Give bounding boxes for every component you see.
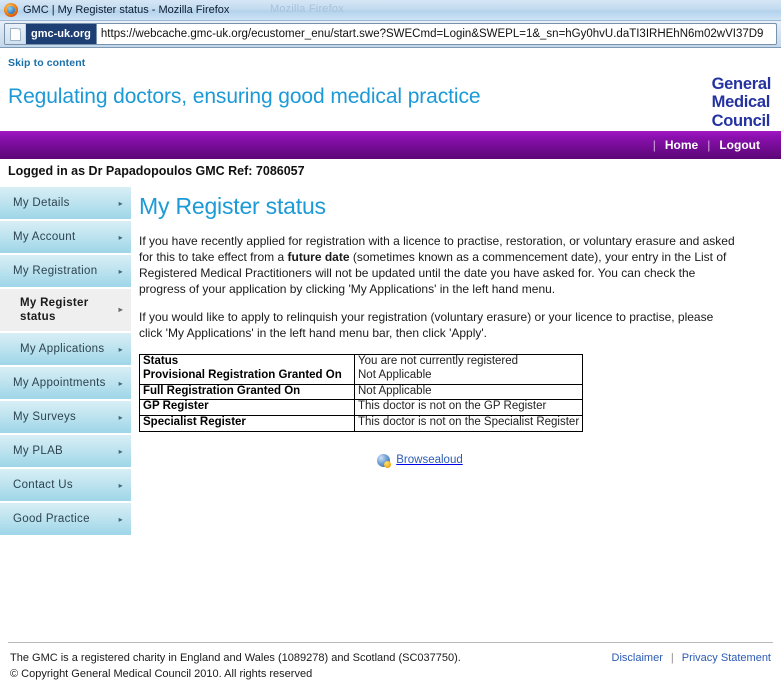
register-status-table: Status You are not currently registered Pr… xyxy=(139,353,584,432)
page-title: My Register status xyxy=(139,193,326,219)
site-header: Regulating doctors, ensuring good medica… xyxy=(0,69,781,131)
sidebar-item-my-appointments[interactable]: My Appointments ▸ xyxy=(0,367,131,401)
sidebar-item-my-register-status[interactable]: My Register status ▸ xyxy=(0,289,131,333)
sidebar-menu: My Details ▸ My Account ▸ My Registration ▸ My… xyxy=(0,183,131,537)
table-cell-key: Provisional Registration Granted On xyxy=(139,369,355,385)
nav-link-logout[interactable]: Logout xyxy=(710,138,769,152)
sidebar-item-my-surveys[interactable]: My Surveys ▸ xyxy=(0,401,131,435)
footer-line-2: © Copyright General Medical Council 2010… xyxy=(10,668,313,681)
chevron-right-icon: ▸ xyxy=(118,480,123,490)
sidebar-item-label: My Account xyxy=(13,231,76,243)
gmc-logo[interactable]: General Medical Council xyxy=(711,69,772,130)
table-cell-value: You are not currently registered xyxy=(358,354,519,367)
logged-in-banner: Logged in as Dr Papadopoulos GMC Ref: 70… xyxy=(0,159,781,183)
paragraph-1-emphasis: future date xyxy=(287,249,350,264)
chevron-right-icon: ▸ xyxy=(118,232,123,242)
sidebar-item-my-details[interactable]: My Details ▸ xyxy=(0,187,131,221)
footer-line-1: The GMC is a registered charity in Engla… xyxy=(10,652,461,665)
table-cell-key: Specialist Register xyxy=(139,414,355,432)
sidebar-item-label: Good Practice xyxy=(13,513,90,525)
chevron-right-icon: ▸ xyxy=(118,266,123,276)
table-cell-value: This doctor is not on the GP Register xyxy=(354,399,583,416)
table-cell-value: Not Applicable xyxy=(358,369,432,382)
window-title: GMC | My Register status - Mozilla Firef… xyxy=(23,4,230,16)
nav-link-home[interactable]: Home xyxy=(656,138,707,152)
body-area: My Details ▸ My Account ▸ My Registration ▸ My… xyxy=(0,183,781,642)
table-cell-value: This doctor is not on the Specialist Reg… xyxy=(354,414,583,432)
logo-line-1: General xyxy=(711,75,772,93)
chevron-right-icon: ▸ xyxy=(118,305,123,314)
window-title-ghost: Mozilla Firefox xyxy=(270,3,344,15)
site-identity-badge[interactable]: gmc-uk.org xyxy=(26,24,97,44)
sidebar-item-label: My Details xyxy=(13,197,70,209)
intro-paragraph-1: If you have recently applied for registr… xyxy=(139,234,739,298)
sidebar-item-good-practice[interactable]: Good Practice ▸ xyxy=(0,503,131,537)
top-navigation-bar: | Home | Logout xyxy=(0,131,781,159)
page-content: Skip to content Regulating doctors, ensu… xyxy=(0,48,781,683)
table-row: Status You are not currently registered xyxy=(139,354,583,370)
table-cell-key: GP Register xyxy=(139,399,355,416)
sidebar-item-contact-us[interactable]: Contact Us ▸ xyxy=(0,469,131,503)
browsealoud-section: Browsealoud xyxy=(79,432,761,472)
site-footer: The GMC is a registered charity in Engla… xyxy=(0,643,781,683)
footer-legal-text: The GMC is a registered charity in Engla… xyxy=(10,651,461,683)
page-favicon xyxy=(5,24,26,44)
table-cell-key: Status xyxy=(139,354,355,370)
browsealoud-icon xyxy=(377,453,392,468)
browser-navigation-bar: gmc-uk.org https://webcache.gmc-uk.org/e… xyxy=(0,21,781,48)
table-row: Provisional Registration Granted On Not A… xyxy=(139,369,583,385)
skip-to-content-link[interactable]: Skip to content xyxy=(0,48,781,69)
sidebar-item-label: My Surveys xyxy=(13,411,77,423)
sidebar-item-my-registration[interactable]: My Registration ▸ xyxy=(0,255,131,289)
sidebar-item-my-applications[interactable]: My Applications ▸ xyxy=(0,333,131,367)
browser-titlebar: GMC | My Register status - Mozilla Firef… xyxy=(0,0,781,21)
intro-paragraph-2: If you would like to apply to relinquish… xyxy=(139,309,714,340)
sidebar-item-my-account[interactable]: My Account ▸ xyxy=(0,221,131,255)
footer-separator: | xyxy=(670,652,674,665)
sidebar-item-label: Contact Us xyxy=(13,479,73,491)
chevron-right-icon: ▸ xyxy=(118,514,123,524)
main-content: My Register status If you have recently … xyxy=(131,183,781,472)
logo-line-3: Council xyxy=(711,111,771,130)
sidebar-item-label: My Registration xyxy=(13,265,98,277)
table-cell-key: Full Registration Granted On xyxy=(139,383,355,400)
browsealoud-label: Browsealoud xyxy=(396,454,463,467)
table-row: Full Registration Granted On Not Applicab… xyxy=(139,383,583,400)
table-cell-value: Not Applicable xyxy=(354,383,583,400)
sidebar-item-label: My Appointments xyxy=(13,377,106,389)
logo-line-2: Medical xyxy=(711,93,771,112)
chevron-right-icon: ▸ xyxy=(118,378,123,388)
table-row: Specialist Register This doctor is not on… xyxy=(139,414,583,432)
browser-window: GMC | My Register status - Mozilla Firef… xyxy=(0,0,781,683)
chevron-right-icon: ▸ xyxy=(118,344,123,354)
browsealoud-link[interactable]: Browsealoud xyxy=(377,453,463,468)
sidebar-item-label: My Register status xyxy=(20,296,89,323)
sidebar-item-label: My Applications xyxy=(20,343,105,355)
chevron-right-icon: ▸ xyxy=(118,198,123,208)
chevron-right-icon: ▸ xyxy=(118,412,123,422)
footer-links: Disclaimer | Privacy Statement xyxy=(612,651,771,664)
footer-link-disclaimer[interactable]: Disclaimer xyxy=(612,652,663,664)
url-text[interactable]: https://webcache.gmc-uk.org/ecustomer_en… xyxy=(97,24,776,44)
address-bar[interactable]: gmc-uk.org https://webcache.gmc-uk.org/e… xyxy=(4,23,777,45)
site-tagline: Regulating doctors, ensuring good medica… xyxy=(8,85,481,108)
sidebar-item-label: My PLAB xyxy=(13,445,64,457)
firefox-icon xyxy=(4,3,18,17)
table-row: GP Register This doctor is not on the GP … xyxy=(139,399,583,416)
footer-link-privacy[interactable]: Privacy Statement xyxy=(682,652,771,664)
